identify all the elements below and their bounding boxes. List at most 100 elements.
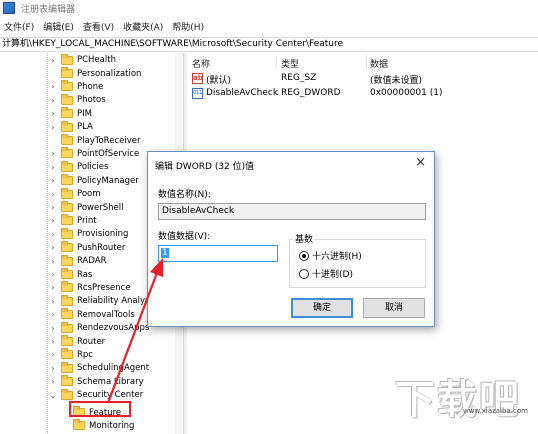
chevron-right-icon[interactable]: ›: [49, 163, 57, 172]
tree-item[interactable]: › Photos: [0, 93, 183, 107]
folder-icon: [61, 308, 73, 320]
chevron-right-icon[interactable]: ›: [49, 109, 57, 118]
column-header-name[interactable]: 名称: [192, 57, 210, 70]
tree-item-label: Monitoring: [89, 420, 135, 431]
chevron-right-icon[interactable]: ›: [49, 364, 57, 373]
radio-selected-icon: [299, 250, 309, 261]
menu-view[interactable]: 查看(V): [81, 20, 121, 33]
chevron-right-icon[interactable]: ›: [49, 337, 57, 346]
chevron-right-icon[interactable]: ›: [49, 283, 57, 292]
column-divider[interactable]: [276, 55, 277, 69]
folder-icon: [61, 187, 73, 199]
chevron-right-icon[interactable]: ›: [49, 123, 57, 132]
value-data-text: 1: [161, 248, 169, 258]
chevron-right-icon[interactable]: ›: [49, 230, 57, 239]
tree-item[interactable]: › Router: [0, 335, 183, 348]
folder-icon: [61, 53, 73, 65]
folder-icon: [61, 147, 73, 159]
folder-icon: [61, 241, 73, 253]
chevron-right-icon[interactable]: ›: [49, 176, 57, 185]
tree-item[interactable]: › Schema Library: [0, 375, 183, 388]
dialog-title-bar[interactable]: 编辑 DWORD (32 位)值 ×: [148, 152, 434, 176]
close-icon[interactable]: ×: [415, 155, 426, 170]
tree-item[interactable]: Monitoring: [0, 419, 183, 432]
column-header-type[interactable]: 类型: [281, 57, 299, 70]
tree-item-label: PointOfService: [77, 148, 140, 159]
tree-item-label: PolicyManager: [77, 175, 139, 186]
chevron-right-icon[interactable]: ›: [49, 310, 57, 319]
base-label: 基数: [293, 232, 316, 245]
tree-item[interactable]: Personalization: [0, 67, 183, 80]
column-divider[interactable]: [366, 55, 367, 69]
tree-item[interactable]: ⌄ Security Center: [0, 388, 183, 402]
regedit-app-icon: [3, 2, 15, 14]
radio-dec-label: 十进制(D): [312, 270, 353, 280]
chevron-right-icon[interactable]: ›: [49, 203, 57, 212]
tree-item-label: Policies: [77, 162, 109, 173]
folder-icon: [61, 348, 73, 360]
chevron-right-icon[interactable]: ›: [49, 190, 57, 199]
chevron-right-icon[interactable]: ›: [49, 257, 57, 266]
tree-item[interactable]: › Phone: [0, 80, 183, 93]
folder-icon: [61, 335, 73, 347]
folder-icon: [61, 388, 73, 400]
folder-icon: [61, 93, 73, 105]
chevron-right-icon[interactable]: ›: [49, 297, 57, 306]
value-row-default[interactable]: ab (默认) REG_SZ (数值未设置): [188, 72, 538, 86]
window-title: 注册表编辑器: [21, 4, 76, 15]
tree-item[interactable]: › PCHealth: [0, 53, 183, 67]
tree-item[interactable]: › PIM: [0, 107, 183, 120]
watermark-url: www.xiazaiba.com: [463, 407, 528, 415]
chevron-right-icon[interactable]: ›: [49, 149, 57, 158]
value-data-input[interactable]: 1: [158, 245, 278, 262]
folder-icon: [61, 254, 73, 266]
tree-item-label: PlayToReceiver: [77, 135, 141, 146]
chevron-right-icon[interactable]: ›: [49, 216, 57, 225]
folder-icon: [61, 120, 73, 132]
folder-icon: [61, 201, 73, 213]
cancel-button[interactable]: 取消: [363, 298, 425, 318]
radio-hex-label: 十六进制(H): [312, 252, 362, 262]
chevron-right-icon[interactable]: ›: [49, 56, 57, 65]
chevron-right-icon[interactable]: ›: [49, 324, 57, 333]
folder-icon: [61, 67, 73, 79]
folder-icon: [73, 419, 85, 431]
folder-icon: [61, 321, 73, 333]
menu-edit[interactable]: 编辑(E): [41, 20, 81, 33]
tree-item[interactable]: › Rpc: [0, 348, 183, 361]
tree-item-label: Reliability Analysis: [77, 296, 157, 307]
tree-item[interactable]: PlayToReceiver: [0, 134, 183, 147]
tree-item-label: Poom: [77, 189, 101, 200]
menu-file[interactable]: 文件(F): [2, 20, 41, 33]
chevron-right-icon[interactable]: ›: [49, 377, 57, 386]
string-value-icon: ab: [192, 73, 203, 84]
chevron-right-icon[interactable]: ›: [49, 350, 57, 359]
folder-icon: [61, 227, 73, 239]
value-row-disableavcheck[interactable]: 011 DisableAvCheck REG_DWORD 0x00000001 …: [188, 87, 538, 101]
tree-item[interactable]: › PLA: [0, 120, 183, 134]
chevron-right-icon[interactable]: ›: [49, 82, 57, 91]
menu-favorites[interactable]: 收藏夹(A): [121, 20, 170, 33]
tree-item[interactable]: › SchedulingAgent: [0, 361, 183, 375]
chevron-right-icon[interactable]: ›: [49, 270, 57, 279]
ok-button[interactable]: 确定: [291, 298, 353, 318]
chevron-right-icon[interactable]: ›: [49, 243, 57, 252]
feature-highlight-box: [69, 401, 131, 417]
tree-item-label: Schema Library: [77, 376, 144, 387]
dialog-title: 编辑 DWORD (32 位)值: [155, 162, 255, 172]
watermark-logo: 下载吧: [395, 377, 521, 423]
address-bar[interactable]: 计算机\HKEY_LOCAL_MACHINE\SOFTWARE\Microsof…: [0, 37, 538, 52]
chevron-down-icon[interactable]: ⌄: [49, 391, 57, 400]
radio-dec[interactable]: 十进制(D): [299, 267, 353, 280]
folder-icon: [61, 268, 73, 280]
tree-item-label: Personalization: [77, 68, 142, 79]
chevron-right-icon[interactable]: ›: [49, 96, 57, 105]
radio-hex[interactable]: 十六进制(H): [299, 249, 362, 262]
tree-item-label: RADAR: [77, 256, 107, 267]
value-data: 0x00000001 (1): [370, 88, 443, 98]
value-type: REG_SZ: [281, 73, 317, 83]
value-name-label: 数值名称(N):: [158, 190, 211, 200]
column-header-data[interactable]: 数据: [370, 57, 388, 70]
value-data: (数值未设置): [370, 76, 423, 86]
menu-help[interactable]: 帮助(H): [170, 20, 211, 33]
